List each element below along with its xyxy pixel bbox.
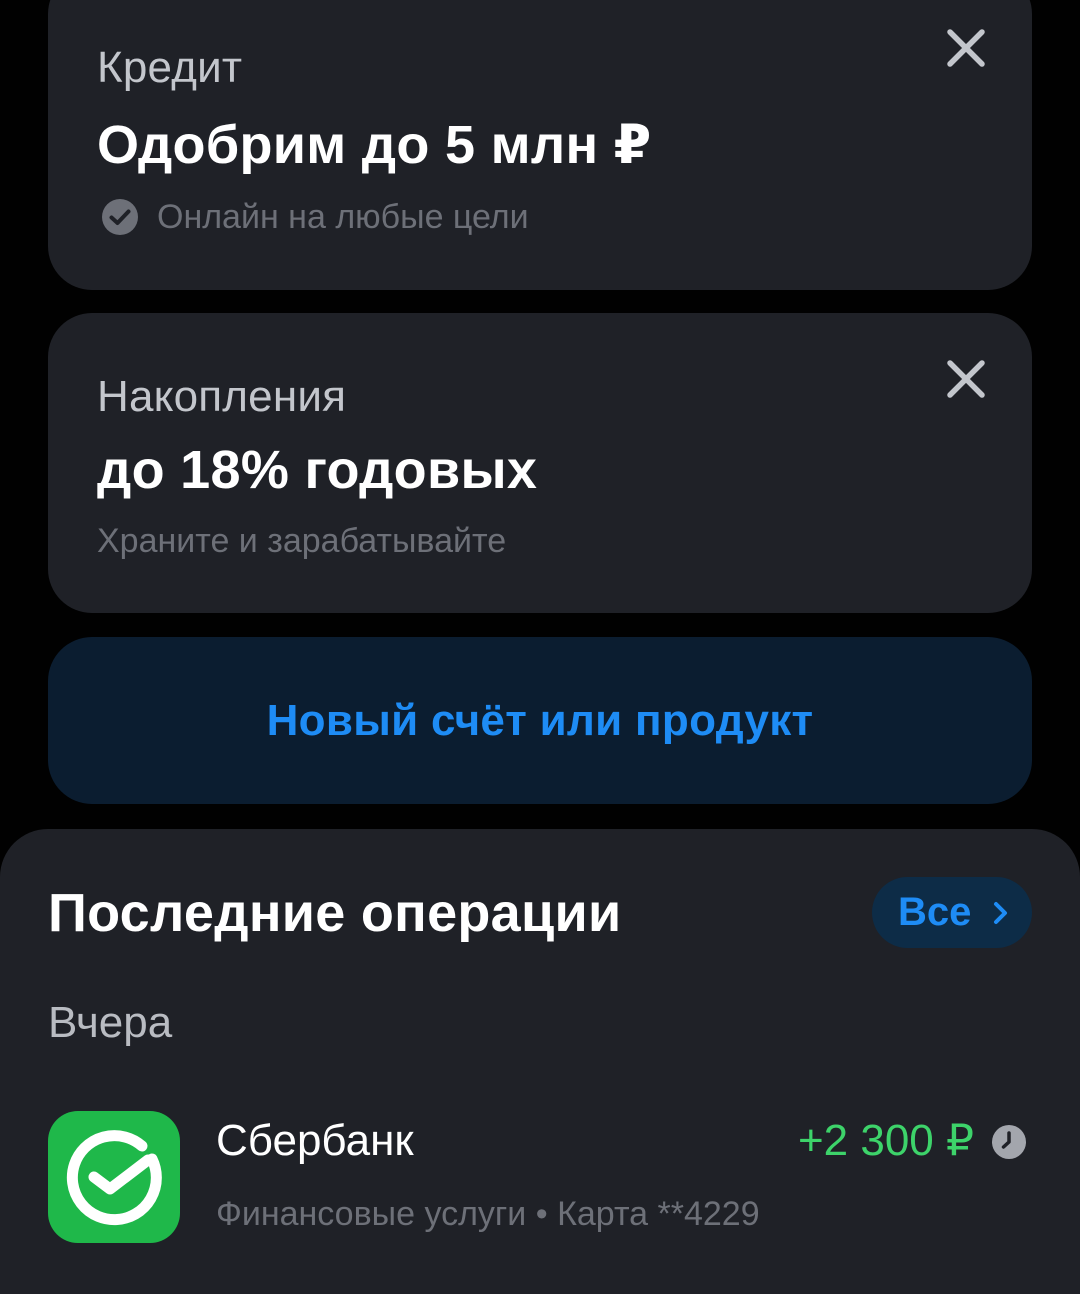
new-account-or-product-button[interactable]: Новый счёт или продукт <box>48 637 1032 804</box>
operation-details: Финансовые услуги • Карта **4229 <box>216 1195 760 1233</box>
offer-subtitle: Онлайн на любые цели <box>157 198 529 236</box>
sberbank-logo-icon <box>48 1111 180 1243</box>
operation-amount: +2 300 ₽ <box>797 1116 974 1165</box>
operation-merchant: Сбербанк <box>216 1116 414 1165</box>
offer-headline: Одобрим до 5 млн ₽ <box>97 115 652 175</box>
offer-subtitle-row: Онлайн на любые цели <box>97 196 529 238</box>
all-operations-label: Все <box>898 890 972 934</box>
recent-operations-panel: Последние операции Все Вчера Сбербанк Фи… <box>0 829 1080 1294</box>
offer-headline: до 18% годовых <box>97 440 538 500</box>
chevron-right-icon <box>994 901 1008 924</box>
check-circle-icon <box>102 199 138 235</box>
offer-category: Накопления <box>97 372 347 421</box>
screen: Кредит Одобрим до 5 млн ₽ Онлайн на любы… <box>0 0 1080 1294</box>
close-icon[interactable] <box>944 357 988 401</box>
offer-category: Кредит <box>97 43 243 92</box>
credit-offer-card[interactable]: Кредит Одобрим до 5 млн ₽ Онлайн на любы… <box>48 0 1032 290</box>
offer-subtitle: Храните и зарабатывайте <box>97 522 507 560</box>
savings-offer-card[interactable]: Накопления до 18% годовых Храните и зара… <box>48 313 1032 613</box>
all-operations-button[interactable]: Все <box>872 877 1032 948</box>
date-group-header: Вчера <box>48 998 173 1047</box>
clock-icon <box>992 1125 1026 1159</box>
operation-row[interactable]: Сбербанк Финансовые услуги • Карта **422… <box>48 1111 1032 1243</box>
recent-operations-title: Последние операции <box>48 883 622 943</box>
close-icon[interactable] <box>944 26 988 70</box>
